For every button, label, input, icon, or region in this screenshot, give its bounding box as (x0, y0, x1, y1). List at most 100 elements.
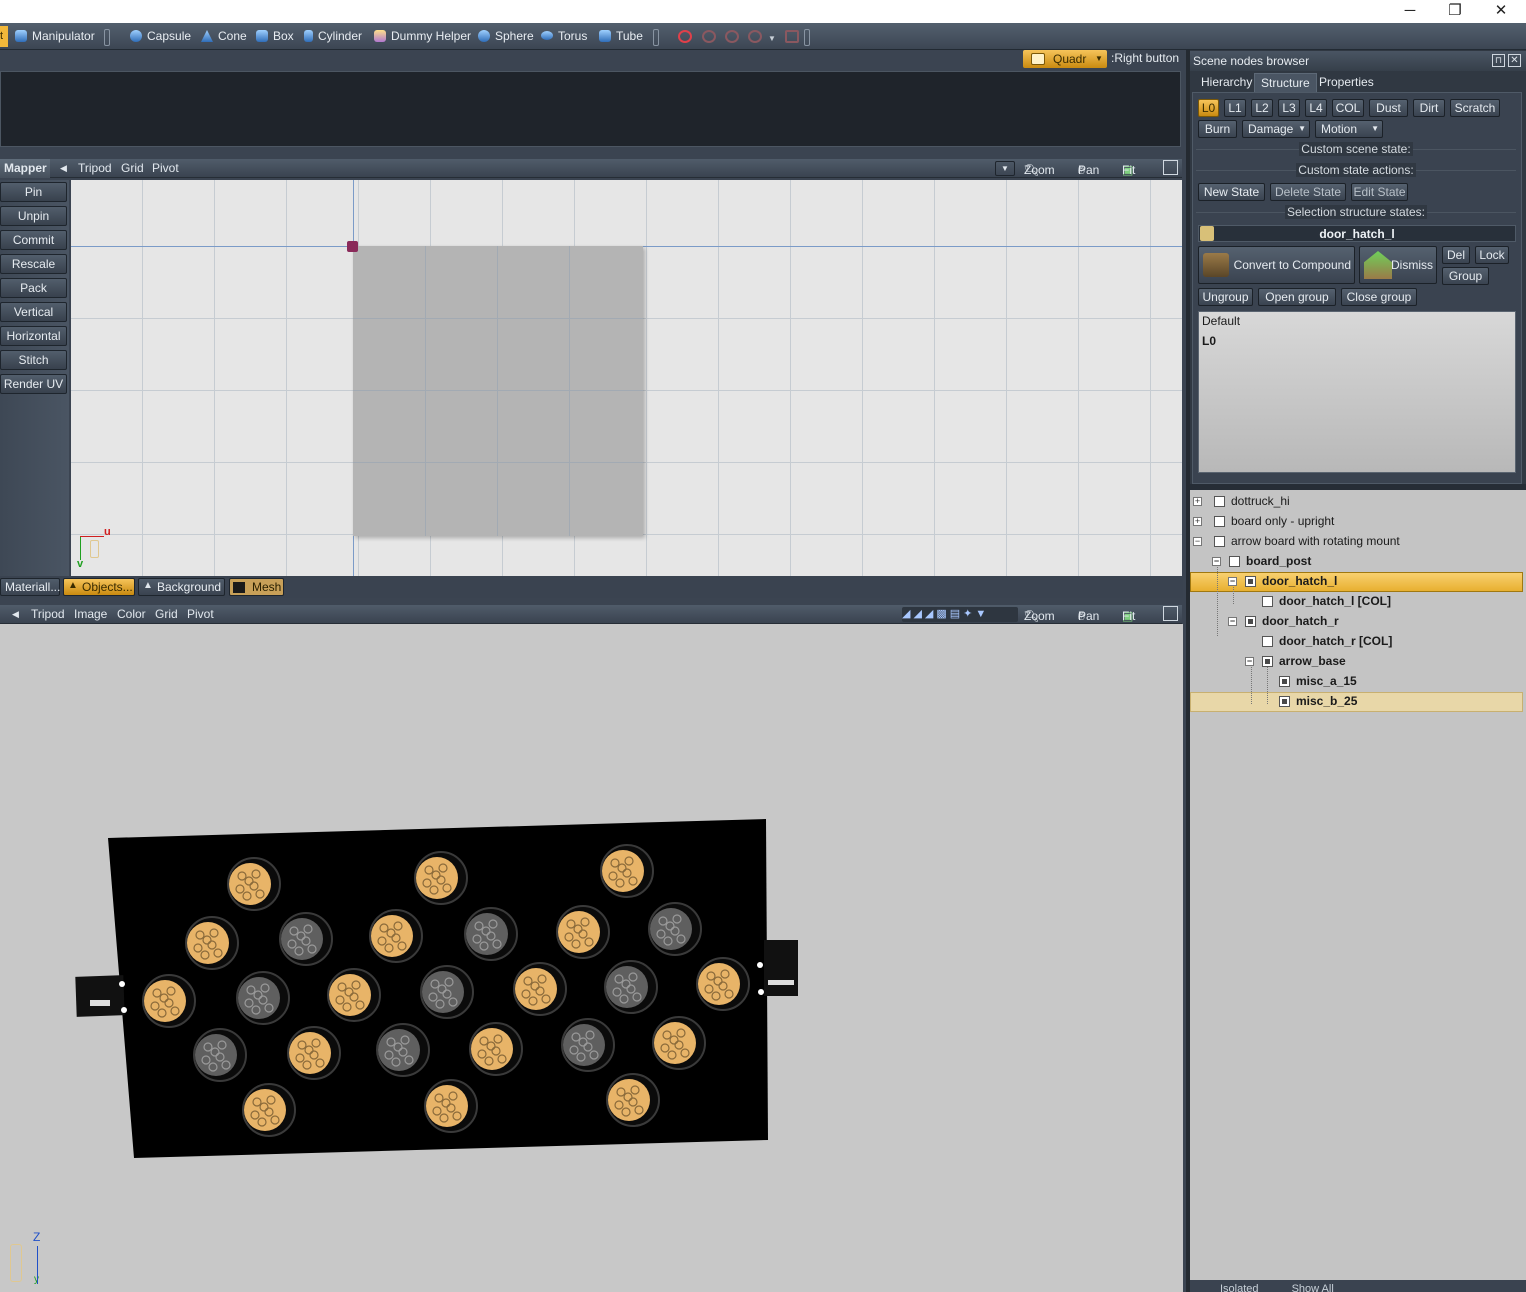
maximize-viewport-icon[interactable] (1163, 606, 1178, 621)
menu-tripod[interactable]: Tripod (78, 161, 112, 175)
snap-icon[interactable] (725, 30, 739, 43)
state-list[interactable]: Default L0 (1198, 311, 1516, 473)
delete-state-button[interactable]: Delete State (1270, 183, 1346, 201)
visibility-checkbox[interactable] (1214, 536, 1225, 547)
tree-node[interactable]: + dottruck_hi (1193, 491, 1290, 511)
show-all-button[interactable]: Show All (1292, 1283, 1334, 1292)
collapse-icon[interactable]: − (1228, 577, 1237, 586)
commit-button[interactable]: Commit (0, 230, 67, 250)
menu-color[interactable]: Color (117, 607, 146, 621)
tree-node[interactable]: − arrow_base (1245, 651, 1346, 671)
tab-materials[interactable]: Materiall... (0, 578, 60, 596)
snap-icon[interactable] (748, 30, 762, 43)
pin-panel-icon[interactable]: ⊓ (1492, 54, 1505, 67)
visibility-checkbox[interactable] (1245, 576, 1256, 587)
menu-grid[interactable]: Grid (121, 161, 144, 175)
menu-tripod[interactable]: Tripod (31, 607, 65, 621)
expand-icon[interactable]: + (1193, 497, 1202, 506)
toolbar-grip[interactable] (653, 29, 659, 46)
expand-icon[interactable]: + (1193, 517, 1202, 526)
dust-button[interactable]: Dust (1369, 99, 1408, 117)
vertical-button[interactable]: Vertical (0, 302, 67, 322)
visibility-checkbox[interactable] (1262, 596, 1273, 607)
minimize-button[interactable]: ─ (1387, 0, 1433, 23)
uv-island[interactable] (353, 246, 643, 536)
lod-l1-button[interactable]: L1 (1224, 99, 1246, 117)
convert-to-compound-button[interactable]: Convert to Compound (1198, 246, 1355, 284)
render-uv-button[interactable]: Render UV (0, 374, 67, 394)
scratch-button[interactable]: Scratch (1450, 99, 1500, 117)
tree-node[interactable]: misc_a_15 (1279, 671, 1357, 691)
magnet-icon[interactable] (678, 30, 692, 43)
stitch-button[interactable]: Stitch (0, 350, 67, 370)
ungroup-button[interactable]: Ungroup (1198, 288, 1253, 306)
box-button[interactable]: Box (256, 27, 294, 46)
scene-tree[interactable]: + dottruck_hi + board only - upright − arro… (1190, 490, 1526, 1292)
tree-node[interactable]: − board_post (1212, 551, 1311, 571)
menu-pivot[interactable]: Pivot (152, 161, 179, 175)
cone-button[interactable]: Cone (201, 27, 247, 46)
lock-button[interactable]: Lock (1475, 246, 1509, 264)
damage-dropdown[interactable]: Damage ▼ (1242, 120, 1310, 138)
open-group-button[interactable]: Open group (1258, 288, 1336, 306)
col-button[interactable]: COL (1332, 99, 1364, 117)
collapse-icon[interactable]: − (1193, 537, 1202, 546)
tab-properties[interactable]: Properties (1313, 73, 1380, 92)
tree-node[interactable]: + board only - upright (1193, 511, 1334, 531)
tree-node-selected[interactable]: − door_hatch_l (1228, 571, 1337, 591)
dummy-helper-button[interactable]: Dummy Helper (374, 27, 471, 46)
mapper-title[interactable]: Mapper (0, 159, 50, 178)
pack-button[interactable]: Pack (0, 278, 67, 298)
tree-node[interactable]: − door_hatch_r (1228, 611, 1339, 631)
visibility-checkbox[interactable] (1214, 496, 1225, 507)
visibility-checkbox[interactable] (1279, 676, 1290, 687)
close-panel-icon[interactable]: ✕ (1508, 54, 1521, 67)
motion-dropdown[interactable]: Motion ▼ (1315, 120, 1383, 138)
unpin-button[interactable]: Unpin (0, 206, 67, 226)
chevron-down-icon[interactable]: ▼ (1095, 54, 1103, 63)
isolated-button[interactable]: Isolated (1220, 1283, 1259, 1292)
render-modes-icons[interactable]: ◢◢◢▩▤✦▼ (902, 607, 1018, 622)
collapse-icon[interactable]: − (1228, 617, 1237, 626)
sphere-button[interactable]: Sphere (478, 27, 534, 46)
tube-button[interactable]: Tube (599, 27, 643, 46)
snap-icon[interactable] (702, 30, 716, 43)
menu-grid[interactable]: Grid (155, 607, 178, 621)
collapse-icon[interactable]: − (1245, 657, 1254, 666)
view-options-dropdown[interactable]: ▼ (995, 161, 1015, 176)
uv-editor-canvas[interactable]: u v (71, 180, 1182, 576)
snap-options-icon[interactable] (785, 30, 799, 43)
torus-button[interactable]: Torus (541, 27, 587, 46)
manipulator-button[interactable]: Manipulator (15, 27, 95, 46)
tree-node[interactable]: − arrow board with rotating mount (1193, 531, 1400, 551)
cylinder-button[interactable]: Cylinder (304, 27, 362, 46)
menu-pivot[interactable]: Pivot (187, 607, 214, 621)
new-state-button[interactable]: New State (1198, 183, 1265, 201)
state-default[interactable]: Default (1202, 314, 1240, 328)
rescale-button[interactable]: Rescale (0, 254, 67, 274)
lod-l4-button[interactable]: L4 (1305, 99, 1327, 117)
visibility-checkbox[interactable] (1262, 636, 1273, 647)
visibility-checkbox[interactable] (1229, 556, 1240, 567)
state-l0[interactable]: L0 (1202, 334, 1216, 348)
visibility-checkbox[interactable] (1214, 516, 1225, 527)
visibility-checkbox[interactable] (1245, 616, 1256, 627)
maximize-button[interactable]: ❐ (1432, 0, 1478, 23)
lod-l2-button[interactable]: L2 (1251, 99, 1273, 117)
chevron-left-icon[interactable]: ◀ (60, 163, 67, 174)
viewport-3d[interactable]: Z y (0, 624, 1183, 1292)
toolbar-grip[interactable] (104, 29, 110, 46)
visibility-checkbox[interactable] (1262, 656, 1273, 667)
horizontal-button[interactable]: Horizontal (0, 326, 67, 346)
group-button[interactable]: Group (1442, 267, 1489, 285)
chevron-left-icon[interactable]: ◀ (12, 609, 19, 620)
tree-node[interactable]: misc_b_25 (1279, 691, 1357, 711)
dismiss-button[interactable]: Dismiss (1359, 246, 1437, 284)
close-group-button[interactable]: Close group (1341, 288, 1417, 306)
menu-image[interactable]: Image (74, 607, 107, 621)
capsule-button[interactable]: Capsule (130, 27, 191, 46)
tree-node[interactable]: door_hatch_r [COL] (1262, 631, 1392, 651)
maximize-viewport-icon[interactable] (1163, 160, 1178, 175)
dirt-button[interactable]: Dirt (1413, 99, 1445, 117)
del-button[interactable]: Del (1442, 246, 1470, 264)
